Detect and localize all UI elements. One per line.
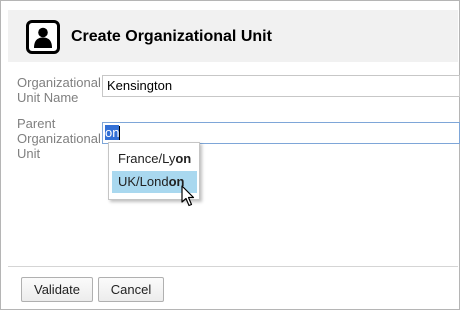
autocomplete-item-match: on [175,151,192,166]
ou-name-input[interactable]: Kensington [102,75,460,97]
create-ou-dialog: Create Organizational Unit Organizationa… [0,0,460,310]
text-caret [119,125,121,140]
autocomplete-item-france-lyon[interactable]: France/Lyon [112,148,197,170]
ou-name-label: Organizational Unit Name [17,75,101,105]
parent-ou-label: Parent Organizational Unit [17,116,101,161]
dialog-title: Create Organizational Unit [71,28,272,45]
parent-ou-input[interactable]: on [102,122,460,144]
parent-ou-selected-text: on [105,125,120,140]
footer-divider [8,266,458,267]
autocomplete-item-prefix: France/Ly [118,151,176,166]
validate-button[interactable]: Validate [21,277,93,302]
user-icon [26,20,60,54]
mouse-pointer-icon [181,185,195,207]
dialog-header: Create Organizational Unit [8,10,458,62]
autocomplete-item-prefix: UK/Lond [118,174,169,189]
cancel-button[interactable]: Cancel [98,277,164,302]
